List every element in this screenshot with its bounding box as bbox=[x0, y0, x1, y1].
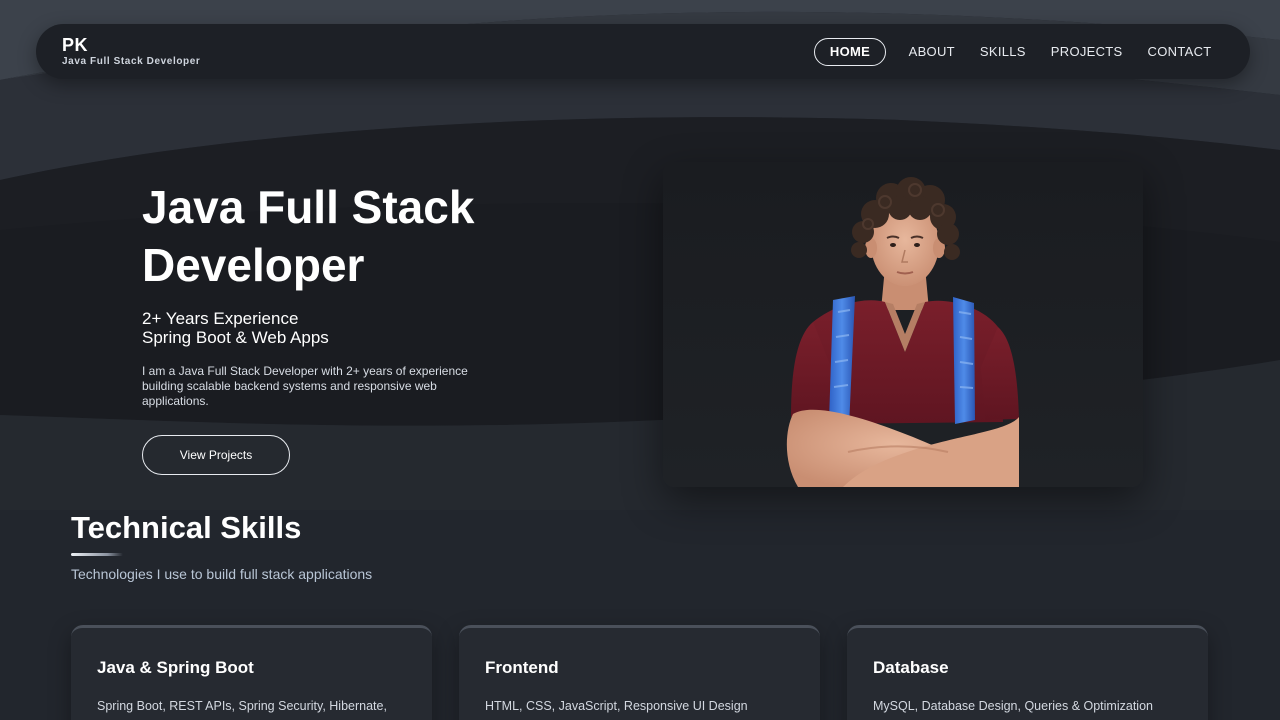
view-projects-button[interactable]: View Projects bbox=[142, 435, 290, 475]
skill-card-database: Database MySQL, Database Design, Queries… bbox=[847, 625, 1208, 720]
skill-card-description: HTML, CSS, JavaScript, Responsive UI Des… bbox=[485, 699, 748, 713]
nav-link-projects[interactable]: PROJECTS bbox=[1038, 39, 1135, 65]
nav-link-home[interactable]: HOME bbox=[813, 38, 887, 66]
brand-tagline: Java Full Stack Developer bbox=[62, 56, 201, 67]
hero-subtitle-focus: Spring Boot & Web Apps bbox=[142, 328, 329, 347]
skills-subtitle: Technologies I use to build full stack a… bbox=[71, 566, 373, 582]
skill-card-java: Java & Spring Boot Spring Boot, REST API… bbox=[71, 625, 432, 720]
nav-links: HOME ABOUT SKILLS PROJECTS CONTACT bbox=[813, 38, 1224, 66]
hero-title: Java Full Stack Developer bbox=[142, 181, 475, 291]
hero-description: I am a Java Full Stack Developer with 2+… bbox=[142, 364, 468, 408]
skill-card-title: Frontend bbox=[485, 658, 559, 677]
skill-card-frontend: Frontend HTML, CSS, JavaScript, Responsi… bbox=[459, 625, 820, 720]
nav-link-about[interactable]: ABOUT bbox=[896, 39, 967, 65]
skills-heading: Technical Skills bbox=[71, 510, 302, 545]
nav-link-skills[interactable]: SKILLS bbox=[967, 39, 1038, 65]
navbar: PK Java Full Stack Developer HOME ABOUT … bbox=[36, 24, 1250, 79]
brand[interactable]: PK Java Full Stack Developer bbox=[62, 35, 200, 68]
brand-name: PK bbox=[62, 35, 89, 55]
profile-photo bbox=[786, 177, 1019, 487]
hero-section: Java Full Stack Developer 2+ Years Exper… bbox=[142, 178, 522, 409]
hero-subtitle-experience: 2+ Years Experience bbox=[142, 309, 299, 328]
hero-portrait-card bbox=[663, 162, 1143, 487]
skills-heading-underline bbox=[71, 553, 123, 556]
skill-card-description: MySQL, Database Design, Queries & Optimi… bbox=[873, 699, 1153, 713]
skill-card-title: Java & Spring Boot bbox=[97, 658, 254, 677]
nav-link-contact[interactable]: CONTACT bbox=[1135, 39, 1224, 65]
skill-card-description: Spring Boot, REST APIs, Spring Security,… bbox=[97, 699, 387, 720]
skill-card-title: Database bbox=[873, 658, 949, 677]
